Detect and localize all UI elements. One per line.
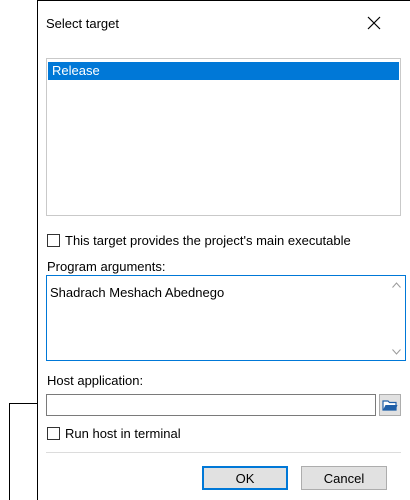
main-executable-checkbox-row[interactable]: This target provides the project's main … bbox=[47, 231, 351, 249]
program-arguments-label: Program arguments: bbox=[47, 259, 166, 274]
host-application-input[interactable] bbox=[46, 394, 376, 416]
title-bar: Select target bbox=[38, 1, 410, 37]
main-executable-label: This target provides the project's main … bbox=[65, 232, 351, 248]
list-item-release[interactable]: Release bbox=[48, 62, 399, 80]
program-arguments-value: Shadrach Meshach Abednego bbox=[50, 285, 225, 300]
target-list[interactable]: Release bbox=[46, 58, 401, 216]
program-arguments-scrollbar[interactable] bbox=[388, 276, 405, 360]
main-executable-checkbox[interactable] bbox=[47, 233, 60, 247]
cancel-button[interactable]: Cancel bbox=[301, 466, 387, 490]
browse-host-button[interactable] bbox=[379, 394, 401, 416]
divider bbox=[46, 452, 401, 453]
callout-line-vertical bbox=[9, 403, 10, 500]
run-in-terminal-checkbox[interactable] bbox=[47, 426, 60, 440]
run-in-terminal-checkbox-row[interactable]: Run host in terminal bbox=[47, 424, 181, 442]
ok-button[interactable]: OK bbox=[202, 466, 288, 490]
run-in-terminal-label: Run host in terminal bbox=[65, 425, 181, 441]
scroll-down-button[interactable] bbox=[388, 343, 405, 360]
close-icon bbox=[367, 16, 381, 30]
folder-open-icon bbox=[382, 400, 398, 411]
dialog-title: Select target bbox=[46, 16, 119, 31]
chevron-down-icon bbox=[392, 348, 401, 355]
chevron-up-icon bbox=[392, 281, 401, 288]
program-arguments-field[interactable]: Shadrach Meshach Abednego bbox=[46, 275, 406, 361]
select-target-dialog: Select target Release This target provid… bbox=[37, 0, 410, 500]
host-application-label: Host application: bbox=[47, 373, 144, 388]
scroll-up-button[interactable] bbox=[388, 276, 405, 293]
close-button[interactable] bbox=[360, 11, 388, 35]
